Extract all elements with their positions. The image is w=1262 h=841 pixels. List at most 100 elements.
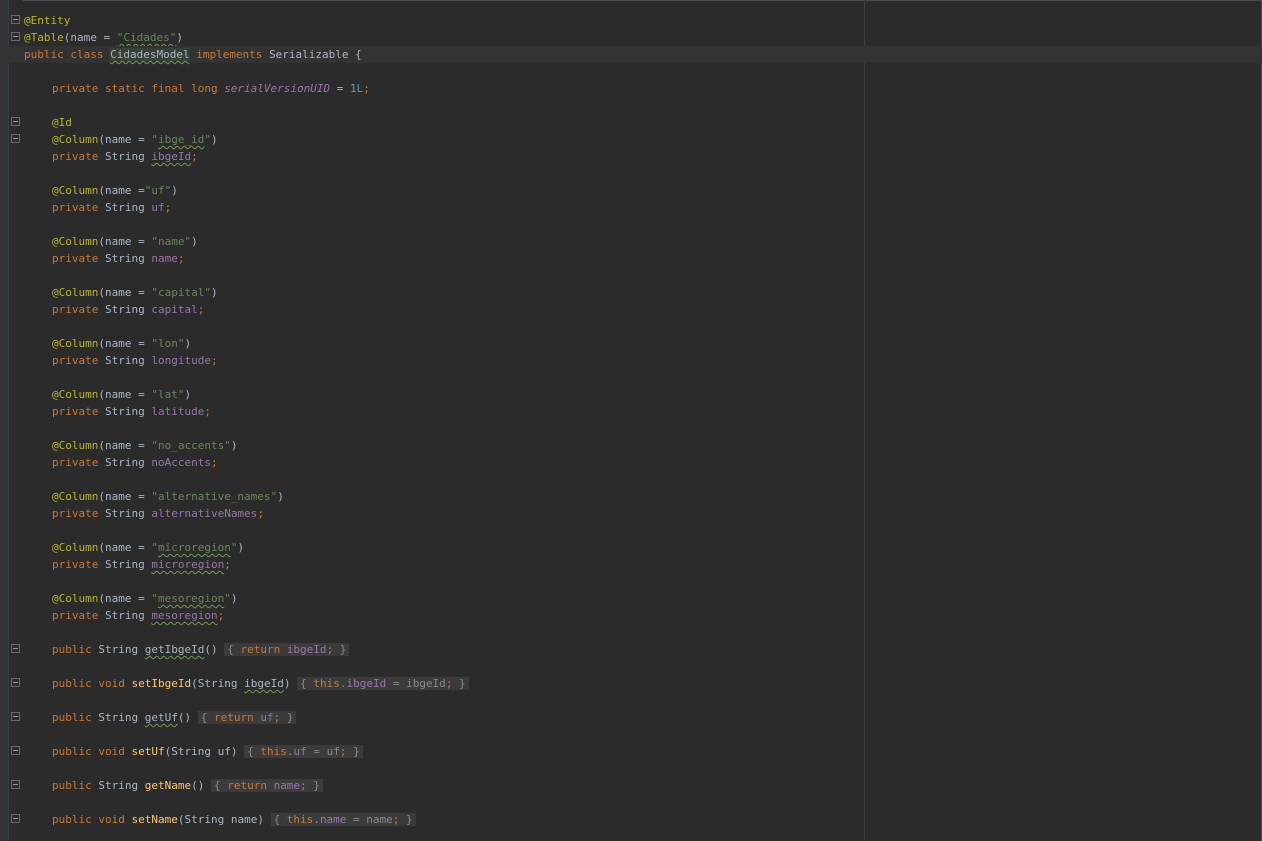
code-line-5[interactable]: private static final long serialVersionU…	[0, 80, 1262, 97]
code-line-38[interactable]: public String getIbgeId() { return ibgeI…	[0, 641, 1262, 658]
code-text: public class CidadesModel implements Ser…	[24, 46, 362, 63]
code-text: public String getName() { return name; }	[24, 777, 323, 794]
type-name: String	[104, 507, 152, 520]
code-line-46[interactable]: public String getName() { return name; }	[0, 777, 1262, 794]
code-line-12[interactable]: private String uf;	[0, 199, 1262, 216]
string-literal: "lat"	[151, 388, 185, 401]
code-line-40[interactable]: public void setIbgeId(String ibgeId) { t…	[0, 675, 1262, 692]
code-line-19[interactable]	[0, 318, 1262, 335]
fold-icon[interactable]	[11, 780, 20, 789]
code-line-27[interactable]: private String noAccents;	[0, 454, 1262, 471]
fold-icon[interactable]	[11, 712, 20, 721]
code-line-14[interactable]: @Column(name = "name")	[0, 233, 1262, 250]
code-line-23[interactable]: @Column(name = "lat")	[0, 386, 1262, 403]
code-line-43[interactable]	[0, 726, 1262, 743]
code-line-28[interactable]	[0, 471, 1262, 488]
semicolon: ;	[164, 201, 172, 214]
open-brace: {	[213, 779, 221, 792]
code-text: private String name;	[24, 250, 184, 267]
code-line-37[interactable]	[0, 624, 1262, 641]
folded-body[interactable]: { this.ibgeId = ibgeId; }	[297, 677, 469, 690]
code-punct: (name =	[98, 592, 152, 605]
code-line-35[interactable]: @Column(name = "mesoregion")	[0, 590, 1262, 607]
code-line-6[interactable]	[0, 97, 1262, 114]
folded-body[interactable]: { return ibgeId; }	[224, 643, 350, 656]
code-line-33[interactable]: private String microregion;	[0, 556, 1262, 573]
fold-icon[interactable]	[11, 134, 20, 143]
type-name: String	[104, 405, 152, 418]
fold-icon[interactable]	[11, 117, 20, 126]
code-line-20[interactable]: @Column(name = "lon")	[0, 335, 1262, 352]
folded-body[interactable]: { this.uf = uf; }	[244, 745, 363, 758]
code-line-32[interactable]: @Column(name = "microregion")	[0, 539, 1262, 556]
keyword: this	[306, 677, 340, 690]
code-line-39[interactable]	[0, 658, 1262, 675]
code-line-4[interactable]	[0, 63, 1262, 80]
code-text: @Column(name = "name")	[24, 233, 198, 250]
code-line-29[interactable]: @Column(name = "alternative_names")	[0, 488, 1262, 505]
code-line-30[interactable]: private String alternativeNames;	[0, 505, 1262, 522]
method-name: getUf	[144, 711, 178, 724]
code-line-34[interactable]	[0, 573, 1262, 590]
code-line-7[interactable]: @Id	[0, 114, 1262, 131]
keyword: private static final long	[52, 82, 225, 95]
close-brace: }	[333, 643, 347, 656]
fold-icon[interactable]	[11, 32, 20, 41]
code-line-47[interactable]	[0, 794, 1262, 811]
code-line-22[interactable]	[0, 369, 1262, 386]
semicolon: ;	[204, 405, 211, 418]
code-line-44[interactable]: public void setUf(String uf) { this.uf =…	[0, 743, 1262, 760]
folded-body[interactable]: { return uf; }	[197, 711, 297, 724]
code-line-2[interactable]: @Table(name = "Cidades")	[0, 29, 1262, 46]
code-line-21[interactable]: private String longitude;	[0, 352, 1262, 369]
code-line-36[interactable]: private String mesoregion;	[0, 607, 1262, 624]
code-line-42[interactable]: public String getUf() { return uf; }	[0, 709, 1262, 726]
code-text: private String microregion;	[24, 556, 231, 573]
code-line-24[interactable]: private String latitude;	[0, 403, 1262, 420]
code-line-3[interactable]: public class CidadesModel implements Ser…	[0, 46, 1262, 63]
code-line-9[interactable]: private String ibgeId;	[0, 148, 1262, 165]
field-name: ibgeId	[346, 677, 387, 690]
field-name: mesoregion	[151, 609, 218, 622]
fold-icon[interactable]	[11, 15, 20, 24]
code-line-48[interactable]: public void setName(String name) { this.…	[0, 811, 1262, 828]
code-text: @Column(name = "mesoregion")	[24, 590, 237, 607]
folded-body[interactable]: { return name; }	[210, 779, 323, 792]
code-line-15[interactable]: private String name;	[0, 250, 1262, 267]
code-lines[interactable]: @Entity @Table(name = "Cidades") public …	[0, 12, 1262, 828]
code-text: @Column(name = "alternative_names")	[24, 488, 284, 505]
fold-icon[interactable]	[11, 678, 20, 687]
number-literal: 1L	[350, 82, 364, 95]
code-line-17[interactable]: @Column(name = "capital")	[0, 284, 1262, 301]
code-editor[interactable]: @Entity @Table(name = "Cidades") public …	[0, 0, 1262, 841]
code-line-13[interactable]	[0, 216, 1262, 233]
code-line-11[interactable]: @Column(name ="uf")	[0, 182, 1262, 199]
field-name: uf	[260, 711, 274, 724]
semicolon: ;	[177, 252, 185, 265]
field-name: noAccents	[151, 456, 211, 469]
code-line-18[interactable]: private String capital;	[0, 301, 1262, 318]
annotation: @Column	[52, 337, 99, 350]
code-line-8[interactable]: @Column(name = "ibge_id")	[0, 131, 1262, 148]
code-line-41[interactable]	[0, 692, 1262, 709]
code-line-25[interactable]	[0, 420, 1262, 437]
code-punct: ()	[191, 779, 211, 792]
code-line-10[interactable]	[0, 165, 1262, 182]
code-line-26[interactable]: @Column(name = "no_accents")	[0, 437, 1262, 454]
keyword: this	[280, 813, 314, 826]
fold-icon[interactable]	[11, 746, 20, 755]
string-literal: "capital"	[151, 286, 211, 299]
fold-icon[interactable]	[11, 644, 20, 653]
code-line-16[interactable]	[0, 267, 1262, 284]
code-line-45[interactable]	[0, 760, 1262, 777]
code-punct: )	[176, 31, 183, 44]
fold-icon[interactable]	[11, 814, 20, 823]
code-punct: )	[184, 337, 192, 350]
code-punct: Serializable {	[269, 48, 362, 61]
folded-body[interactable]: { this.name = name; }	[270, 813, 416, 826]
code-punct: )	[277, 490, 284, 503]
code-text: private String ibgeId;	[24, 148, 198, 165]
code-line-31[interactable]	[0, 522, 1262, 539]
code-punct: ()	[177, 711, 198, 724]
code-line-1[interactable]: @Entity	[0, 12, 1262, 29]
